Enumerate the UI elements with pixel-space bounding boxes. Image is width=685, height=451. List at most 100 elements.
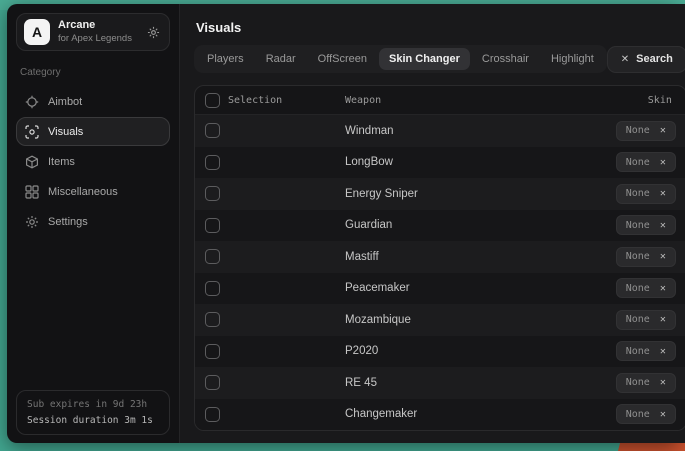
sidebar-item-label: Settings (48, 216, 88, 228)
skin-select-badge[interactable]: None ✕ (616, 341, 676, 361)
box-icon (25, 155, 39, 169)
table-row: Mastiff None ✕ (195, 241, 685, 273)
sidebar-item-aimbot[interactable]: Aimbot (16, 87, 170, 116)
app-subtitle: for Apex Legends (58, 33, 132, 44)
table-row: P2020 None ✕ (195, 336, 685, 368)
sidebar-item-visuals[interactable]: Visuals (16, 117, 170, 146)
table-body: Windman None ✕ LongBow None ✕ Energy Sniper Non… (195, 115, 685, 430)
subscription-card: Sub expires in 9d 23h Session duration 3… (16, 390, 170, 435)
skin-value: None (626, 188, 650, 199)
header-gear-icon[interactable] (147, 26, 160, 39)
weapon-name: Energy Sniper (345, 188, 616, 200)
sidebar: A Arcane for Apex Legends Category Aimbo… (7, 4, 179, 443)
table-row: Energy Sniper None ✕ (195, 178, 685, 210)
table-header-row: Selection Weapon Skin (195, 86, 685, 115)
clear-skin-icon[interactable]: ✕ (660, 125, 666, 136)
skin-value: None (626, 283, 650, 294)
clear-skin-icon[interactable]: ✕ (660, 251, 666, 262)
tab-crosshair[interactable]: Crosshair (472, 48, 539, 70)
clear-skin-icon[interactable]: ✕ (660, 188, 666, 199)
tab-skin-changer[interactable]: Skin Changer (379, 48, 470, 70)
skin-value: None (626, 220, 650, 231)
weapon-name: Changemaker (345, 408, 616, 420)
weapon-name: LongBow (345, 156, 616, 168)
weapon-column-header: Weapon (345, 95, 648, 106)
select-all-checkbox[interactable] (205, 93, 220, 108)
clear-skin-icon[interactable]: ✕ (660, 377, 666, 388)
gear-icon (25, 215, 39, 229)
row-checkbox[interactable] (205, 281, 220, 296)
row-checkbox[interactable] (205, 186, 220, 201)
skin-value: None (626, 251, 650, 262)
sub-expires-text: Sub expires in 9d 23h (27, 399, 159, 410)
skin-select-badge[interactable]: None ✕ (616, 278, 676, 298)
sidebar-item-label: Aimbot (48, 96, 82, 108)
weapon-name: Peacemaker (345, 282, 616, 294)
skin-select-badge[interactable]: None ✕ (616, 121, 676, 141)
grid-icon (25, 185, 39, 199)
row-checkbox[interactable] (205, 249, 220, 264)
clear-skin-icon[interactable]: ✕ (660, 346, 666, 357)
skin-value: None (626, 157, 650, 168)
weapon-name: Windman (345, 125, 616, 137)
search-button[interactable]: ✕ Search (607, 46, 685, 73)
clear-skin-icon[interactable]: ✕ (660, 283, 666, 294)
search-button-label: Search (636, 53, 673, 65)
skin-value: None (626, 314, 650, 325)
skin-select-badge[interactable]: None ✕ (616, 310, 676, 330)
weapon-name: Mozambique (345, 314, 616, 326)
sidebar-item-label: Items (48, 156, 75, 168)
table-row: Mozambique None ✕ (195, 304, 685, 336)
tabs-row: PlayersRadarOffScreenSkin ChangerCrossha… (194, 45, 685, 73)
row-checkbox[interactable] (205, 218, 220, 233)
weapon-name: P2020 (345, 345, 616, 357)
main-panel: Visuals PlayersRadarOffScreenSkin Change… (179, 4, 685, 443)
category-label: Category (20, 67, 166, 78)
weapon-name: Mastiff (345, 251, 616, 263)
app-meta: Arcane for Apex Legends (58, 19, 132, 45)
table-row: GuardianNone✕ (195, 210, 685, 242)
tab-offscreen[interactable]: OffScreen (308, 48, 377, 70)
clear-skin-icon[interactable]: ✕ (660, 220, 666, 231)
skin-select-badge[interactable]: None ✕ (616, 247, 676, 267)
clear-skin-icon[interactable]: ✕ (660, 157, 666, 168)
sidebar-item-settings[interactable]: Settings (16, 207, 170, 236)
skin-value: None (626, 125, 650, 136)
app-logo: A (24, 19, 50, 45)
skin-changer-table: Selection Weapon Skin Windman None ✕ LongBo… (194, 85, 685, 431)
skin-select-badge[interactable]: None✕ (616, 373, 676, 393)
clear-skin-icon[interactable]: ✕ (660, 409, 666, 420)
app-window: A Arcane for Apex Legends Category Aimbo… (7, 4, 679, 443)
sidebar-item-label: Visuals (48, 126, 83, 138)
crosshair-icon (25, 95, 39, 109)
table-row: LongBow None ✕ (195, 147, 685, 179)
skin-select-badge[interactable]: None ✕ (616, 152, 676, 172)
search-icon: ✕ (621, 54, 629, 65)
tab-radar[interactable]: Radar (256, 48, 306, 70)
sidebar-item-items[interactable]: Items (16, 147, 170, 176)
app-name: Arcane (58, 19, 132, 32)
clear-skin-icon[interactable]: ✕ (660, 314, 666, 325)
sidebar-item-miscellaneous[interactable]: Miscellaneous (16, 177, 170, 206)
skin-select-badge[interactable]: None✕ (616, 404, 676, 424)
eye-scan-icon (25, 125, 39, 139)
weapon-name: RE 45 (345, 377, 616, 389)
skin-value: None (626, 346, 650, 357)
tab-players[interactable]: Players (197, 48, 254, 70)
row-checkbox[interactable] (205, 375, 220, 390)
tab-list: PlayersRadarOffScreenSkin ChangerCrossha… (194, 45, 607, 73)
table-row: Peacemaker None ✕ (195, 273, 685, 305)
row-checkbox[interactable] (205, 344, 220, 359)
tab-highlight[interactable]: Highlight (541, 48, 604, 70)
row-checkbox[interactable] (205, 123, 220, 138)
table-row: Windman None ✕ (195, 115, 685, 147)
row-checkbox[interactable] (205, 155, 220, 170)
row-checkbox[interactable] (205, 312, 220, 327)
skin-column-header: Skin (648, 95, 685, 106)
row-checkbox[interactable] (205, 407, 220, 422)
table-row: ChangemakerNone✕ (195, 399, 685, 431)
selection-column-header: Selection (228, 95, 282, 106)
skin-select-badge[interactable]: None ✕ (616, 215, 676, 235)
skin-select-badge[interactable]: None ✕ (616, 184, 676, 204)
session-duration-text: Session duration 3m 1s (27, 415, 159, 426)
